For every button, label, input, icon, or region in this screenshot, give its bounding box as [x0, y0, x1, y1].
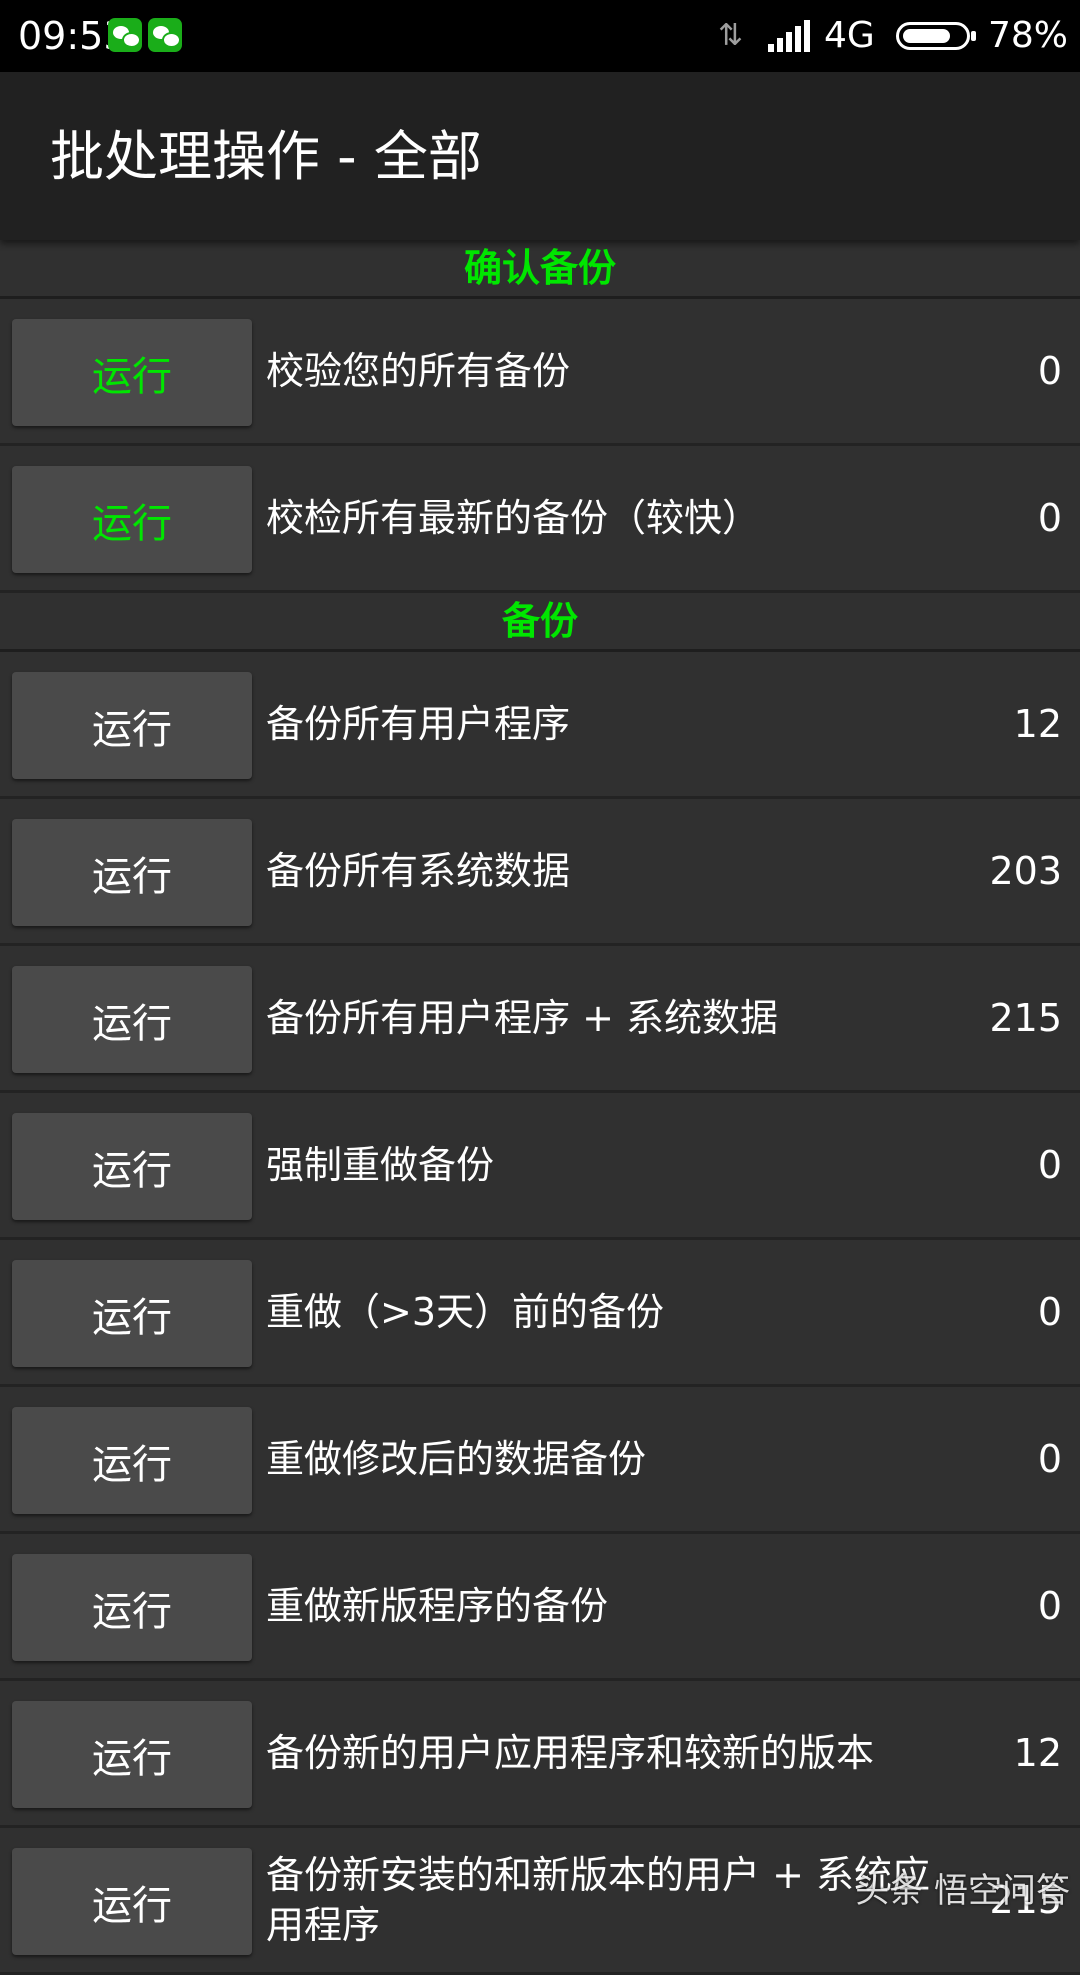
status-bar: 09:53 ⇅ 4G 78%	[0, 0, 1080, 72]
wechat-icon	[148, 18, 182, 52]
list-item: 运行 重做（>3天）前的备份 0	[0, 1240, 1080, 1387]
run-button[interactable]: 运行	[12, 966, 252, 1073]
operation-label: 强制重做备份	[266, 1143, 495, 1187]
signal-icon	[768, 20, 814, 52]
list-item: 运行 备份所有用户程序 + 系统数据 215	[0, 946, 1080, 1093]
operation-count: 215	[989, 996, 1062, 1040]
operation-label: 校验您的所有备份	[266, 349, 571, 393]
operation-count: 0	[1037, 496, 1062, 540]
operation-label: 备份所有用户程序 + 系统数据	[266, 996, 778, 1040]
operation-count: 0	[1037, 1584, 1062, 1628]
operation-count: 0	[1037, 1290, 1062, 1334]
operation-label: 重做新版程序的备份	[266, 1584, 609, 1628]
operation-label: 备份新的用户应用程序和较新的版本	[266, 1731, 875, 1775]
run-button[interactable]: 运行	[12, 672, 252, 779]
battery-icon	[896, 22, 976, 50]
list-item: 运行 强制重做备份 0	[0, 1093, 1080, 1240]
run-button[interactable]: 运行	[12, 319, 252, 426]
app-bar: 批处理操作 - 全部	[0, 72, 1080, 240]
list-item: 运行 重做修改后的数据备份 0	[0, 1387, 1080, 1534]
run-button[interactable]: 运行	[12, 1701, 252, 1808]
network-type: 4G	[824, 15, 875, 56]
operation-count: 0	[1037, 1143, 1062, 1187]
operation-count: 12	[1013, 1731, 1062, 1775]
run-button[interactable]: 运行	[12, 1260, 252, 1367]
watermark: 头条 悟空问答	[855, 1871, 1070, 1911]
operation-label: 重做修改后的数据备份	[266, 1437, 647, 1481]
list-item: 运行 校验您的所有备份 0	[0, 299, 1080, 446]
data-transfer-icon: ⇅	[718, 18, 744, 53]
wechat-icon	[108, 18, 142, 52]
operation-label: 备份所有用户程序	[266, 702, 571, 746]
list-item: 运行 校检所有最新的备份（较快） 0	[0, 446, 1080, 593]
battery-cap	[971, 31, 976, 41]
section-header-verify: 确认备份	[0, 240, 1080, 299]
list-item: 运行 备份所有用户程序 12	[0, 652, 1080, 799]
run-button[interactable]: 运行	[12, 819, 252, 926]
operation-label: 备份所有系统数据	[266, 849, 571, 893]
run-button[interactable]: 运行	[12, 1848, 252, 1955]
list-item: 运行 备份所有系统数据 203	[0, 799, 1080, 946]
list-item: 运行 备份新的用户应用程序和较新的版本 12	[0, 1681, 1080, 1828]
operation-label: 校检所有最新的备份（较快）	[266, 496, 761, 540]
operation-count: 0	[1037, 1437, 1062, 1481]
battery-percent: 78%	[988, 15, 1069, 56]
operation-count: 12	[1013, 702, 1062, 746]
run-button[interactable]: 运行	[12, 1113, 252, 1220]
batch-operations-list[interactable]: 确认备份 运行 校验您的所有备份 0 运行 校检所有最新的备份（较快） 0 备份…	[0, 240, 1080, 1975]
page-title: 批处理操作 - 全部	[50, 125, 482, 188]
list-item: 运行 重做新版程序的备份 0	[0, 1534, 1080, 1681]
operation-count: 203	[989, 849, 1062, 893]
battery-level	[903, 29, 950, 43]
run-button[interactable]: 运行	[12, 466, 252, 573]
operation-count: 0	[1037, 349, 1062, 393]
section-header-backup: 备份	[0, 593, 1080, 652]
run-button[interactable]: 运行	[12, 1554, 252, 1661]
operation-label: 重做（>3天）前的备份	[266, 1290, 665, 1334]
run-button[interactable]: 运行	[12, 1407, 252, 1514]
